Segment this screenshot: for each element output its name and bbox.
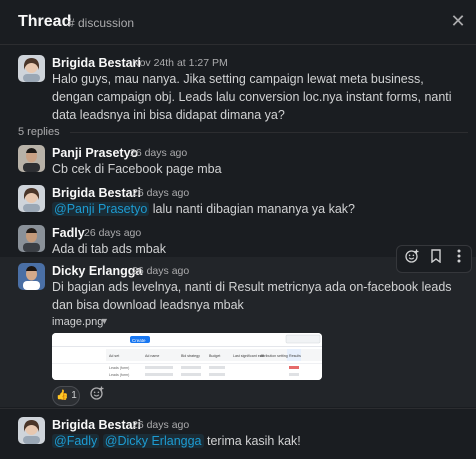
add-reaction-icon[interactable] xyxy=(86,386,108,406)
thumb-column-header: Ad set xyxy=(109,354,119,358)
avatar[interactable] xyxy=(18,55,45,82)
thumb-row-label: Leads (form) xyxy=(109,366,129,370)
thumb-create-label: Create xyxy=(132,338,146,343)
message-author[interactable]: Brigida Bestari xyxy=(52,56,141,70)
thumb-column-header: Budget xyxy=(209,354,220,358)
reaction-emoji: 👍 xyxy=(56,390,69,401)
close-icon[interactable]: ✕ xyxy=(448,11,468,31)
message-author[interactable]: Brigida Bestari xyxy=(52,186,141,200)
thumb-column-header: Attribution setting xyxy=(260,354,288,358)
root-message: Brigida Bestari Nov 24th at 1:27 PM Halo… xyxy=(0,52,476,122)
file-name[interactable]: image.png xyxy=(52,316,103,328)
message-author[interactable]: Fadly xyxy=(52,226,85,240)
message-text: Cb cek di Facebook page mba xyxy=(52,162,222,176)
reply-message: Brigida Bestari 26 days ago @Panji Prase… xyxy=(0,182,476,218)
message-text: @Fadly @Dicky Erlangga terima kasih kak! xyxy=(52,432,468,450)
message-timestamp[interactable]: 26 days ago xyxy=(132,187,189,199)
message-timestamp[interactable]: 26 days ago xyxy=(84,227,141,239)
thumb-column-header: Results xyxy=(289,354,301,358)
avatar[interactable] xyxy=(18,185,45,212)
message-author[interactable]: Dicky Erlangga xyxy=(52,264,142,278)
user-mention[interactable]: @Fadly xyxy=(52,434,100,448)
reaction-thumbs-up[interactable]: 👍 1 xyxy=(52,386,80,406)
thumb-column-header: Bid strategy xyxy=(181,354,200,358)
user-mention[interactable]: @Dicky Erlangga xyxy=(102,434,204,448)
message-author[interactable]: Panji Prasetyo xyxy=(52,146,138,160)
message-timestamp[interactable]: 26 days ago xyxy=(132,265,189,277)
divider xyxy=(0,408,476,409)
reaction-count: 1 xyxy=(71,390,77,401)
thumb-column-header: Last significant edit xyxy=(233,354,264,358)
chevron-down-icon[interactable]: ▼ xyxy=(100,316,109,326)
avatar[interactable] xyxy=(18,145,45,172)
reply-message: Panji Prasetyo 26 days ago Cb cek di Fac… xyxy=(0,142,476,178)
thumb-column-header: Ad name xyxy=(145,354,159,358)
avatar[interactable] xyxy=(18,263,45,290)
divider xyxy=(70,132,468,133)
avatar[interactable] xyxy=(18,417,45,444)
message-text: Di bagian ads levelnya, nanti di Result … xyxy=(52,280,452,312)
message-timestamp[interactable]: 26 days ago xyxy=(130,147,187,159)
thread-title: Thread xyxy=(18,13,72,30)
message-text-content: lalu nanti dibagian mananya ya kak? xyxy=(149,202,355,216)
message-text-content: terima kasih kak! xyxy=(203,434,301,448)
reply-message: Brigida Bestari 26 days ago @Fadly @Dick… xyxy=(0,414,476,454)
message-text: @Panji Prasetyo lalu nanti dibagian mana… xyxy=(52,200,468,218)
channel-name[interactable]: # discussion xyxy=(68,16,134,30)
reply-message: Dicky Erlangga 26 days ago Di bagian ads… xyxy=(0,260,476,316)
avatar[interactable] xyxy=(18,225,45,252)
thumb-row-label: Leads (form) xyxy=(109,373,129,377)
message-timestamp[interactable]: Nov 24th at 1:27 PM xyxy=(132,57,228,69)
thread-header: Thread # discussion ✕ xyxy=(0,0,476,45)
message-text: Halo guys, mau nanya. Jika setting campa… xyxy=(52,72,452,122)
replies-count: 5 replies xyxy=(18,126,60,138)
image-attachment[interactable]: Create Ad set Ad name Bid strategy Budge… xyxy=(52,333,322,380)
user-mention[interactable]: @Panji Prasetyo xyxy=(52,202,150,216)
message-timestamp[interactable]: 26 days ago xyxy=(132,419,189,431)
message-author[interactable]: Brigida Bestari xyxy=(52,418,141,432)
